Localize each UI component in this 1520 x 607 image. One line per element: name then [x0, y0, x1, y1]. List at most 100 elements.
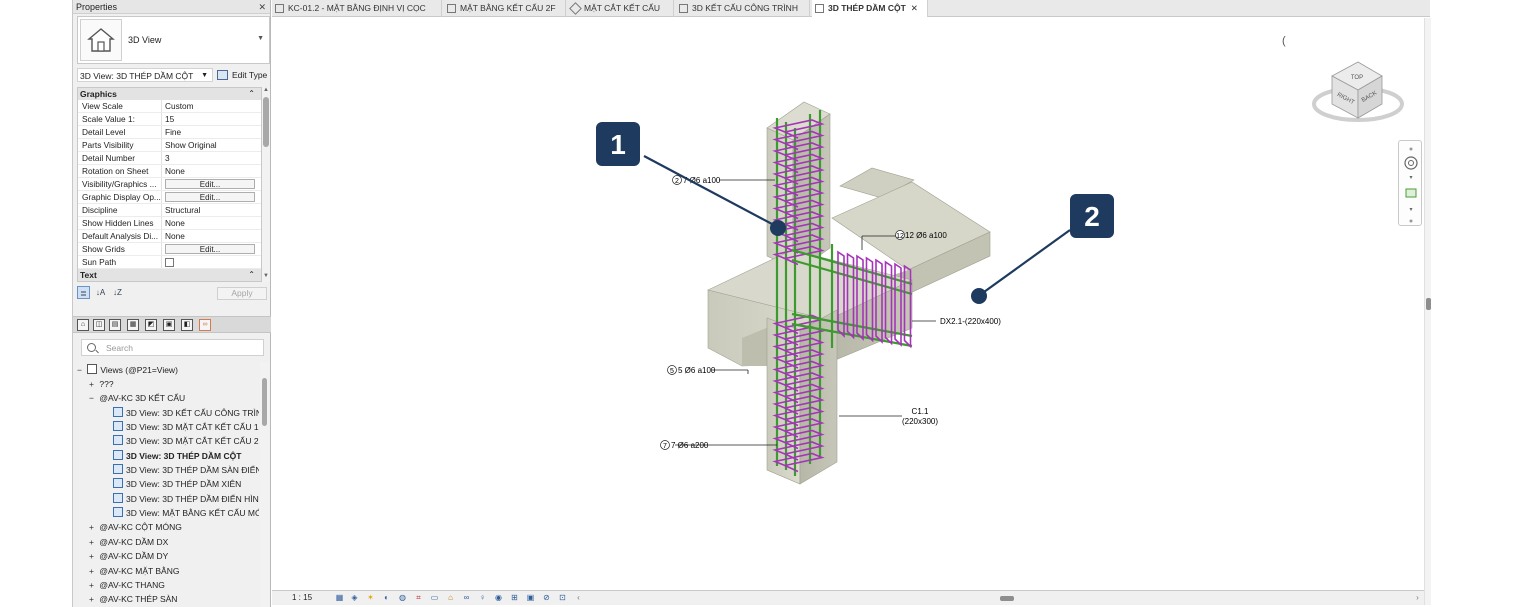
tree-node[interactable]: + @AV-KC CỘT MÓNG [89, 520, 182, 534]
tree-node[interactable]: + @AV-KC MẶT BẰNG [89, 564, 179, 578]
sun-path-checkbox[interactable] [165, 258, 174, 267]
tree-node[interactable]: + ??? [89, 377, 114, 391]
group-graphics[interactable]: Graphics ⌃ [78, 88, 261, 100]
annotation-column-size[interactable]: (220x300) [902, 417, 938, 426]
rendering-icon[interactable]: ◍ [397, 593, 408, 603]
property-value[interactable]: None [162, 230, 261, 242]
tree-node-view[interactable]: 3D View: 3D MẶT CẮT KẾT CẤU 1 [113, 420, 259, 434]
view-instance-selector[interactable]: 3D View: 3D THÉP DẦM CỘT ▼ [77, 68, 213, 82]
property-value[interactable]: None [162, 217, 261, 229]
property-value[interactable]: None [162, 165, 261, 177]
edit-button[interactable]: Edit... [165, 179, 255, 189]
show-crop-icon[interactable]: ▭ [429, 593, 440, 603]
tree-node-view[interactable]: 3D View: 3D THÉP DẦM ĐIỂN HÌNH [113, 492, 259, 506]
detail-level-icon[interactable]: ▦ [334, 593, 345, 603]
edit-button[interactable]: Edit... [165, 192, 255, 202]
tree-node[interactable]: + @AV-KC THÉP SÀN [89, 592, 177, 606]
analytical-model-icon[interactable]: ⊞ [509, 593, 520, 603]
viewcube-top-label[interactable]: TOP [1351, 75, 1363, 81]
expand-icon[interactable]: + [89, 578, 97, 592]
horizontal-scrollbar[interactable] [602, 595, 1412, 602]
collapse-icon[interactable]: − [89, 391, 97, 405]
highlight-displacement-icon[interactable]: ▣ [525, 593, 536, 603]
temporary-hide-icon[interactable]: ∞ [461, 593, 472, 603]
tree-node-views[interactable]: − Views (@P21=View) [77, 363, 178, 377]
views-icon[interactable]: ◫ [93, 319, 105, 331]
annotation-rebar-3[interactable]: 5 Ø6 a100 [678, 366, 716, 375]
tree-node-view[interactable]: 3D View: MẶT BẰNG KẾT CẤU MÓNG [113, 506, 259, 520]
annotation-rebar-4[interactable]: 7 Ø6 a200 [671, 441, 709, 450]
chevron-left-icon[interactable]: ‹ [573, 593, 584, 603]
tab-3d-thep-dam-cot[interactable]: 3D THÉP DẦM CỘT ✕ [812, 0, 928, 17]
view-scale[interactable]: 1 : 15 [292, 593, 312, 602]
expand-icon[interactable]: + [89, 549, 97, 563]
tab-mat-bang-2f[interactable]: MẶT BẰNG KẾT CẤU 2F [444, 0, 566, 17]
tree-node-view[interactable]: 3D View: 3D THÉP DẦM SÀN ĐIỂN HÌNH [113, 463, 259, 477]
scroll-thumb[interactable] [262, 378, 267, 426]
scroll-down-icon[interactable]: ▼ [262, 273, 270, 279]
crop-view-icon[interactable]: ⌗ [413, 593, 424, 603]
property-value[interactable]: Custom [162, 100, 261, 112]
group-text[interactable]: Text ⌃ [78, 269, 261, 281]
edit-type-button[interactable]: Edit Type [217, 68, 267, 82]
expand-icon[interactable]: + [89, 535, 97, 549]
property-value[interactable]: Fine [162, 126, 261, 138]
worksharing-icon[interactable]: ◉ [493, 593, 504, 603]
scroll-thumb[interactable] [1000, 596, 1014, 601]
schedules-icon[interactable]: ▦ [127, 319, 139, 331]
scroll-thumb[interactable] [263, 97, 269, 147]
property-value[interactable]: 15 [162, 113, 261, 125]
viewcube[interactable]: TOP RIGHT BACK [1312, 61, 1404, 122]
annotation-column-tag[interactable]: C1.1 [912, 407, 929, 416]
tree-node-view[interactable]: 3D View: 3D THÉP DẦM XIÊN [113, 477, 241, 491]
properties-scrollbar[interactable]: ▲ ▼ [262, 87, 270, 282]
viewport-scrollbar[interactable] [1424, 18, 1431, 605]
annotation-rebar-2[interactable]: 12 Ø6 a100 [905, 231, 947, 240]
home-icon[interactable]: ⌂ [77, 319, 89, 331]
tree-node[interactable]: + @AV-KC DẦM DX [89, 535, 168, 549]
expand-icon[interactable]: + [89, 592, 97, 606]
close-icon[interactable]: ✕ [911, 3, 918, 13]
links-icon[interactable]: ∞ [199, 319, 211, 331]
tree-node-view[interactable]: 3D View: 3D MẶT CẮT KẾT CẤU 2 [113, 434, 259, 448]
tree-node[interactable]: + @AV-KC DẦM DY [89, 549, 168, 563]
expand-icon[interactable]: + [89, 564, 97, 578]
scroll-thumb[interactable] [1426, 298, 1431, 310]
sort-ascending-icon[interactable]: ↓A [94, 286, 107, 299]
legends-icon[interactable]: ▤ [109, 319, 121, 331]
apply-button[interactable]: Apply [217, 287, 267, 300]
property-value[interactable]: 3 [162, 152, 261, 164]
tree-node[interactable]: − @AV-KC 3D KẾT CẤU [89, 391, 185, 405]
collapse-icon[interactable]: ⌃ [248, 269, 255, 281]
visual-style-icon[interactable]: ◈ [349, 593, 360, 603]
expand-icon[interactable]: + [89, 377, 97, 391]
shadows-icon[interactable]: ◐ [381, 593, 392, 603]
reveal-constraints-icon[interactable]: ⊘ [541, 593, 552, 603]
full-navigation-wheel-icon[interactable] [1404, 156, 1418, 170]
tree-node-view-active[interactable]: 3D View: 3D THÉP DẦM CỘT [113, 449, 241, 463]
type-selector[interactable]: 3D View ▼ [77, 16, 270, 64]
close-icon[interactable]: ✕ [258, 0, 266, 14]
tab-ding-vi-coc[interactable]: KC-01.2 - MẶT BẰNG ĐỊNH VỊ CỌC [272, 0, 442, 17]
sheets-icon[interactable]: ▣ [163, 319, 175, 331]
annotation-beam-tag[interactable]: DX2.1-(220x400) [940, 317, 1001, 326]
property-value[interactable]: Show Original [162, 139, 261, 151]
groups-icon[interactable]: ◧ [181, 319, 193, 331]
tree-node-view[interactable]: 3D View: 3D KẾT CẤU CÔNG TRÌNH [113, 406, 259, 420]
reveal-hidden-icon[interactable]: ♀ [477, 593, 488, 603]
unlock-3d-icon[interactable]: ⌂ [445, 593, 456, 603]
collapse-icon[interactable]: − [77, 363, 85, 377]
sort-descending-icon[interactable]: ↓Z [111, 286, 124, 299]
tab-mat-cat[interactable]: MẶT CẮT KẾT CẤU [568, 0, 674, 17]
tab-3d-cong-trinh[interactable]: 3D KẾT CẤU CÔNG TRÌNH [676, 0, 810, 17]
temporary-view-icon[interactable]: ⊡ [557, 593, 568, 603]
property-value[interactable]: Structural [162, 204, 261, 216]
categorized-icon[interactable]: ≣ [77, 286, 90, 299]
scroll-up-icon[interactable]: ▲ [262, 87, 270, 93]
families-icon[interactable]: ◩ [145, 319, 157, 331]
steering-wheel-icon[interactable]: ( [1282, 35, 1286, 47]
browser-scrollbar[interactable] [260, 362, 269, 607]
sun-path-icon[interactable]: ✶ [365, 593, 376, 603]
zoom-icon[interactable] [1405, 188, 1417, 198]
chevron-right-icon[interactable]: › [1412, 593, 1423, 603]
